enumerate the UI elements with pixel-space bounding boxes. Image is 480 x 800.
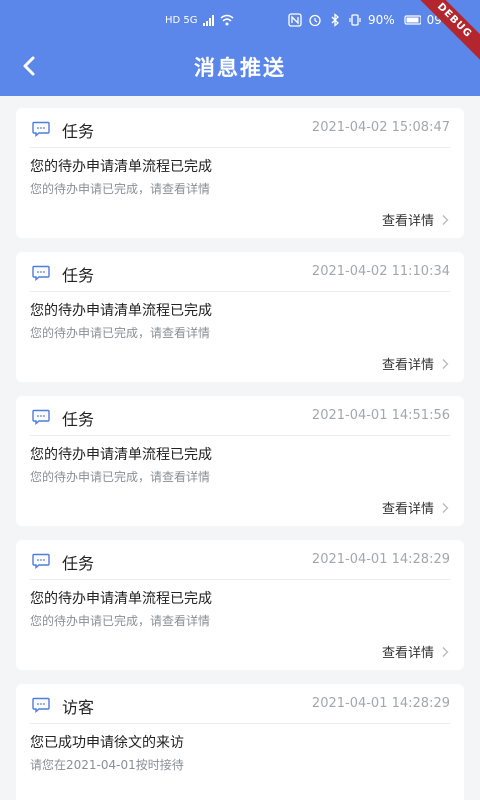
page-title: 消息推送 xyxy=(194,56,286,80)
message-time: 2021-04-01 14:28:29 xyxy=(311,696,450,711)
message-card[interactable]: 任务 2021-04-02 15:08:47 您的待办申请清单流程已完成 您的待… xyxy=(16,108,464,238)
message-time: 2021-04-01 14:51:56 xyxy=(311,408,450,423)
bluetooth-icon xyxy=(331,13,339,27)
card-header: 访客 2021-04-01 14:28:29 xyxy=(30,684,450,724)
top-bar: 消息推送 xyxy=(0,40,480,96)
network-label: HD 5G xyxy=(165,14,198,26)
signal-icon xyxy=(202,15,214,26)
message-card[interactable]: 任务 2021-04-01 14:51:56 您的待办申请清单流程已完成 您的待… xyxy=(16,396,464,526)
message-card[interactable]: 任务 2021-04-02 11:10:34 您的待办申请清单流程已完成 您的待… xyxy=(16,252,464,382)
message-bubble-icon xyxy=(32,409,50,425)
message-subtitle: 您的待办申请已完成，请查看详情 xyxy=(30,614,211,628)
message-subtitle: 您的待办申请已完成，请查看详情 xyxy=(30,182,211,196)
message-time: 2021-04-01 14:28:29 xyxy=(311,552,450,567)
status-right: 90% 09 xyxy=(288,13,442,27)
message-title: 您的待办申请清单流程已完成 xyxy=(30,159,212,175)
status-bar: HD 5G 90% 09 xyxy=(0,8,480,36)
chevron-right-icon xyxy=(442,502,449,513)
message-bubble-icon xyxy=(32,265,50,281)
battery-level: 90% xyxy=(368,13,395,27)
message-title: 您的待办申请清单流程已完成 xyxy=(30,303,212,319)
view-details-label: 查看详情 xyxy=(381,502,434,517)
message-type: 任务 xyxy=(62,554,95,573)
view-details-label: 查看详情 xyxy=(381,214,434,229)
status-left: HD 5G xyxy=(165,13,234,27)
view-details-link[interactable]: 查看详情 xyxy=(382,642,450,661)
message-type: 访客 xyxy=(62,698,95,717)
card-header: 任务 2021-04-01 14:28:29 xyxy=(30,540,450,580)
view-details-label: 查看详情 xyxy=(381,358,434,373)
message-subtitle: 请您在2021-04-01按时接待 xyxy=(30,758,184,772)
message-bubble-icon xyxy=(32,121,50,137)
message-type: 任务 xyxy=(62,410,95,429)
message-title: 您已成功申请徐文的来访 xyxy=(30,735,184,751)
card-header: 任务 2021-04-02 15:08:47 xyxy=(30,108,450,148)
message-card[interactable]: 任务 2021-04-01 14:28:29 您的待办申请清单流程已完成 您的待… xyxy=(16,540,464,670)
view-details-label: 查看详情 xyxy=(381,646,434,661)
view-details-link[interactable]: 查看详情 xyxy=(382,354,450,373)
message-subtitle: 您的待办申请已完成，请查看详情 xyxy=(30,470,211,484)
message-bubble-icon xyxy=(32,553,50,569)
message-list: 任务 2021-04-02 15:08:47 您的待办申请清单流程已完成 您的待… xyxy=(16,108,464,800)
message-time: 2021-04-02 11:10:34 xyxy=(311,264,450,279)
message-title: 您的待办申请清单流程已完成 xyxy=(30,591,212,607)
message-type: 任务 xyxy=(62,266,95,285)
chevron-right-icon xyxy=(442,214,449,225)
alarm-icon xyxy=(309,14,321,27)
chevron-right-icon xyxy=(442,358,449,369)
chevron-right-icon xyxy=(442,646,449,657)
message-time: 2021-04-02 15:08:47 xyxy=(311,120,450,135)
message-bubble-icon xyxy=(32,697,50,713)
card-header: 任务 2021-04-02 11:10:34 xyxy=(30,252,450,292)
nfc-icon xyxy=(288,13,302,27)
battery-icon xyxy=(404,15,421,25)
vibrate-icon xyxy=(349,14,361,26)
message-card[interactable]: 访客 2021-04-01 14:28:29 您已成功申请徐文的来访 请您在20… xyxy=(16,684,464,800)
app-header: HD 5G 90% 09 DEBUG 消息推送 xyxy=(0,0,480,96)
message-subtitle: 您的待办申请已完成，请查看详情 xyxy=(30,326,211,340)
message-type: 任务 xyxy=(62,122,95,141)
view-details-link[interactable]: 查看详情 xyxy=(382,210,450,229)
view-details-link[interactable]: 查看详情 xyxy=(382,498,450,517)
message-title: 您的待办申请清单流程已完成 xyxy=(30,447,212,463)
wifi-icon xyxy=(220,14,233,26)
card-header: 任务 2021-04-01 14:51:56 xyxy=(30,396,450,436)
